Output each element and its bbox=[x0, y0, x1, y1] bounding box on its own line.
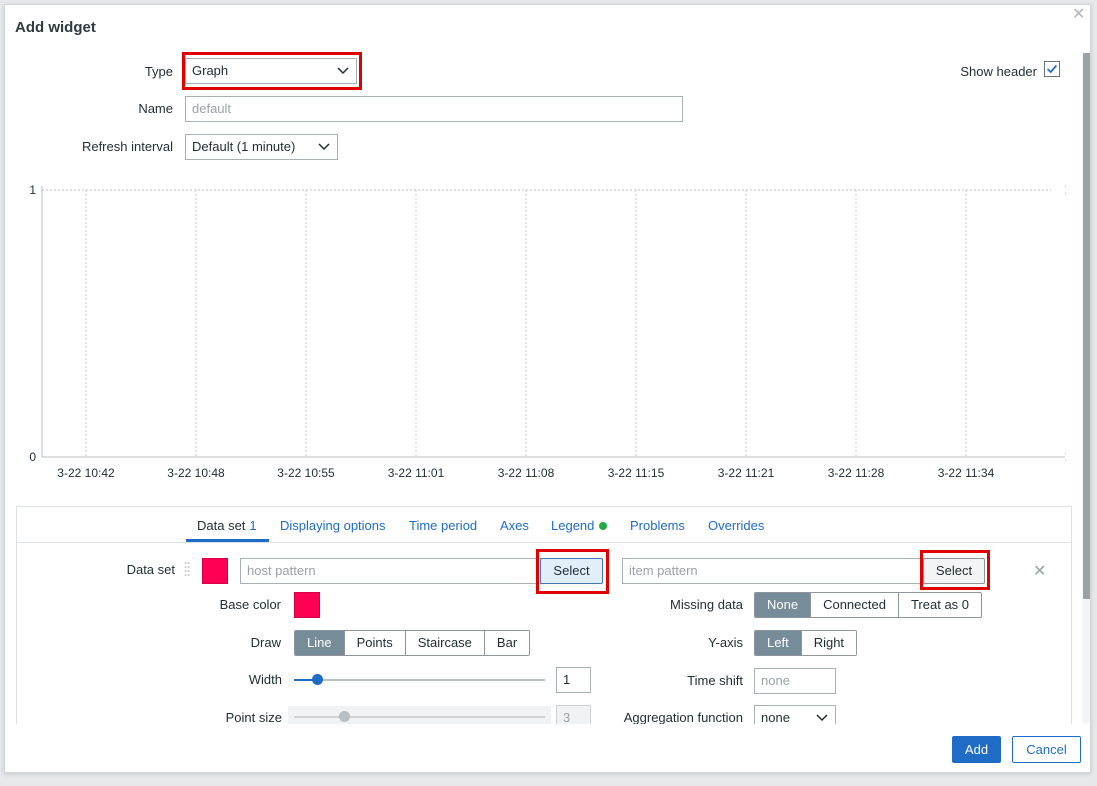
type-select-value: Graph bbox=[192, 63, 229, 78]
time-shift-input[interactable]: none bbox=[754, 668, 836, 694]
missing-data-toggle: None Connected Treat as 0 bbox=[754, 592, 983, 618]
data-set-label: Data set bbox=[126, 562, 175, 577]
draw-line[interactable]: Line bbox=[295, 631, 345, 655]
point-size-label: Point size bbox=[225, 710, 282, 725]
host-pattern-input[interactable]: host pattern bbox=[240, 558, 550, 584]
x-tick-label: 3-22 11:01 bbox=[388, 466, 445, 480]
x-tick-label: 3-22 10:42 bbox=[57, 466, 115, 480]
tab-legend-label: Legend bbox=[551, 518, 595, 533]
x-tick-label: 3-22 11:21 bbox=[718, 466, 775, 480]
tab-data-set-count: 1 bbox=[249, 518, 257, 533]
time-shift-label: Time shift bbox=[687, 673, 743, 688]
draw-staircase[interactable]: Staircase bbox=[405, 631, 485, 655]
scrollbar-thumb[interactable] bbox=[1083, 53, 1090, 599]
aggregation-function-value: none bbox=[761, 710, 790, 725]
missing-data-label: Missing data bbox=[670, 597, 743, 612]
name-input[interactable]: default bbox=[185, 96, 683, 122]
tab-overrides[interactable]: Overrides bbox=[708, 518, 764, 533]
width-input[interactable]: 1 bbox=[556, 667, 591, 693]
tab-time-period[interactable]: Time period bbox=[409, 518, 477, 533]
y-axis-left[interactable]: Left bbox=[755, 631, 802, 655]
x-tick-label: 3-22 11:28 bbox=[828, 466, 885, 480]
cancel-button[interactable]: Cancel bbox=[1012, 736, 1081, 763]
missing-data-none[interactable]: None bbox=[755, 593, 812, 617]
remove-data-set-icon[interactable]: ✕ bbox=[1033, 561, 1046, 581]
dialog-footer: Add Cancel bbox=[5, 724, 1090, 772]
x-tick-label: 3-22 11:15 bbox=[608, 466, 665, 480]
draw-label: Draw bbox=[250, 635, 281, 650]
add-widget-dialog: Add widget ✕ Type Graph Show header Name… bbox=[4, 4, 1091, 773]
y-axis-toggle: Left Right bbox=[754, 630, 858, 656]
base-color-label: Base color bbox=[219, 597, 281, 612]
point-size-slider-track bbox=[294, 716, 545, 718]
tab-legend[interactable]: Legend bbox=[551, 518, 608, 533]
draw-type-toggle: Line Points Staircase Bar bbox=[294, 630, 531, 656]
show-header-checkbox[interactable] bbox=[1044, 61, 1060, 77]
tab-data-set[interactable]: Data set 1 bbox=[197, 518, 257, 533]
chevron-down-icon bbox=[318, 143, 330, 151]
item-select-button[interactable]: Select bbox=[923, 558, 985, 584]
refresh-interval-label: Refresh interval bbox=[81, 139, 173, 154]
y-axis-right[interactable]: Right bbox=[801, 631, 857, 655]
point-size-slider-knob bbox=[339, 711, 351, 722]
x-tick-label: 3-22 11:34 bbox=[938, 466, 995, 480]
x-tick-label: 3-22 11:08 bbox=[498, 466, 555, 480]
close-icon[interactable]: ✕ bbox=[1072, 6, 1085, 24]
item-pattern-input[interactable]: item pattern bbox=[622, 558, 927, 584]
aggregation-function-label: Aggregation function bbox=[623, 710, 743, 725]
refresh-interval-select[interactable]: Default (1 minute) bbox=[185, 134, 338, 160]
tab-axes[interactable]: Axes bbox=[500, 518, 529, 533]
host-select-button[interactable]: Select bbox=[540, 558, 603, 584]
chevron-down-icon bbox=[337, 67, 349, 75]
width-label: Width bbox=[248, 672, 282, 687]
draw-points[interactable]: Points bbox=[344, 631, 406, 655]
x-tick-label: 3-22 10:48 bbox=[167, 466, 225, 480]
x-axis-arrow bbox=[1064, 452, 1066, 462]
base-color-swatch[interactable] bbox=[294, 592, 320, 618]
data-set-color-swatch[interactable] bbox=[202, 558, 228, 584]
width-slider[interactable] bbox=[294, 673, 545, 687]
drag-handle-icon[interactable] bbox=[184, 560, 190, 580]
active-tab-indicator bbox=[186, 539, 269, 542]
chevron-down-icon bbox=[816, 714, 828, 722]
y-tick-label: 0 bbox=[29, 450, 36, 464]
type-label: Type bbox=[144, 64, 173, 79]
dialog-title: Add widget bbox=[15, 19, 96, 36]
missing-data-treat-as-zero[interactable]: Treat as 0 bbox=[898, 593, 982, 617]
x-tick-label: 3-22 10:55 bbox=[277, 466, 335, 480]
type-select[interactable]: Graph bbox=[185, 58, 357, 84]
add-button[interactable]: Add bbox=[952, 736, 1001, 763]
point-size-slider bbox=[294, 710, 545, 724]
tab-problems[interactable]: Problems bbox=[630, 518, 685, 533]
width-slider-track bbox=[294, 679, 545, 681]
y-tick-label: 1 bbox=[29, 183, 36, 197]
tab-displaying-options[interactable]: Displaying options bbox=[280, 518, 386, 533]
tab-bar: Data set 1 Displaying options Time period… bbox=[17, 507, 1071, 543]
legend-status-dot bbox=[599, 522, 608, 530]
refresh-interval-value: Default (1 minute) bbox=[192, 139, 296, 154]
name-label: Name bbox=[138, 101, 173, 116]
checkmark-icon bbox=[1047, 64, 1058, 74]
show-header-label: Show header bbox=[960, 64, 1037, 79]
tab-data-set-label: Data set bbox=[197, 518, 246, 533]
width-slider-knob[interactable] bbox=[311, 674, 323, 685]
y-axis-label: Y-axis bbox=[708, 635, 743, 650]
top-grid-arrow bbox=[1064, 185, 1066, 195]
graph-preview: 1 0 3-22 10:42 3-22 10:48 3-22 10:55 3-22 11:… bbox=[29, 183, 1066, 480]
missing-data-connected[interactable]: Connected bbox=[811, 593, 899, 617]
draw-bar[interactable]: Bar bbox=[484, 631, 530, 655]
